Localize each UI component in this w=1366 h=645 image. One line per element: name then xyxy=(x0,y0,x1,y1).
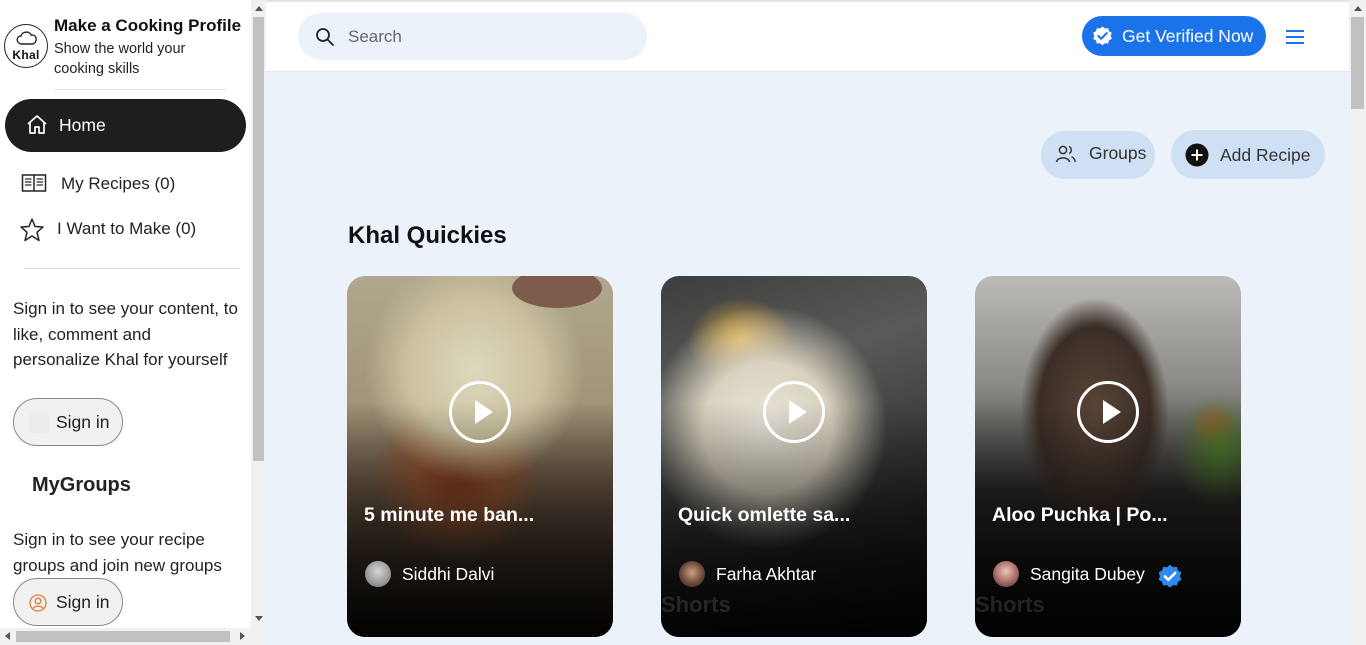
author-avatar xyxy=(993,561,1019,587)
author-name[interactable]: Sangita Dubey xyxy=(1030,564,1145,585)
groups-button[interactable]: Groups xyxy=(1041,131,1155,179)
sidebar-divider xyxy=(55,89,226,90)
sidebar-horizontal-scrollbar[interactable] xyxy=(0,628,251,645)
brand-subtitle: Show the world your cooking skills xyxy=(54,41,186,77)
sign-in-label: Sign in xyxy=(56,592,110,612)
top-bar: Get Verified Now xyxy=(266,0,1349,72)
author-avatar xyxy=(679,561,705,587)
menu-line xyxy=(1286,30,1304,32)
scroll-down-arrow-icon[interactable] xyxy=(255,616,263,621)
main-content: Get Verified Now Groups Add Recipe Khal … xyxy=(266,0,1349,645)
brand-header[interactable]: Khal Make a Cooking Profile Show the wor… xyxy=(0,14,251,84)
hamburger-menu-icon[interactable] xyxy=(1285,28,1307,46)
sidebar-item-label: I Want to Make (0) xyxy=(57,219,197,238)
card-title: 5 minute me ban... xyxy=(364,504,535,526)
sign-in-label: Sign in xyxy=(56,412,110,432)
scrollbar-thumb[interactable] xyxy=(16,631,230,642)
scroll-right-arrow-icon[interactable] xyxy=(240,632,245,640)
author-avatar xyxy=(365,561,391,587)
card-title: Quick omlette sa... xyxy=(678,504,851,526)
users-icon xyxy=(1055,145,1077,163)
section-title: Khal Quickies xyxy=(348,222,507,249)
search-input[interactable] xyxy=(348,13,628,60)
sidebar-item-want-to-make[interactable]: I Want to Make (0) xyxy=(16,211,241,245)
sidebar-divider xyxy=(24,268,240,269)
home-icon xyxy=(27,115,47,134)
chef-hat-icon xyxy=(16,31,37,45)
signin-message: Sign in to see your content, to like, co… xyxy=(13,299,238,369)
page-vertical-scrollbar[interactable] xyxy=(1349,0,1366,645)
add-recipe-button[interactable]: Add Recipe xyxy=(1171,130,1325,179)
logo-text: Khal xyxy=(12,48,40,62)
groups-signin-message: Sign in to see your recipe groups and jo… xyxy=(13,530,222,575)
sidebar-item-label: Home xyxy=(59,115,106,135)
user-circle-icon xyxy=(29,594,47,612)
verified-badge-icon xyxy=(1093,26,1112,46)
sidebar-vertical-scrollbar[interactable] xyxy=(251,0,266,645)
sidebar: Khal Make a Cooking Profile Show the wor… xyxy=(0,0,251,645)
author-name[interactable]: Siddhi Dalvi xyxy=(402,564,494,585)
shorts-watermark: Shorts xyxy=(975,592,1045,617)
scroll-left-arrow-icon[interactable] xyxy=(5,632,10,640)
quickie-card[interactable]: Shorts Aloo Puchka | Po... Sangita Dubey xyxy=(975,276,1241,637)
sidebar-item-label: My Recipes (0) xyxy=(61,174,176,193)
play-icon[interactable] xyxy=(449,381,511,443)
khal-logo[interactable]: Khal xyxy=(4,24,48,68)
menu-line xyxy=(1286,36,1304,38)
scroll-up-arrow-icon[interactable] xyxy=(1354,6,1362,11)
quickie-card[interactable]: Shorts Quick omlette sa... Farha Akhtar xyxy=(661,276,927,637)
card-title: Aloo Puchka | Po... xyxy=(992,504,1168,526)
my-groups-heading: MyGroups xyxy=(32,474,131,496)
verified-badge-icon xyxy=(1158,564,1182,588)
groups-label: Groups xyxy=(1089,143,1147,163)
scrollbar-thumb[interactable] xyxy=(1351,17,1364,109)
shorts-watermark: Shorts xyxy=(661,592,731,617)
play-icon[interactable] xyxy=(1077,381,1139,443)
add-recipe-label: Add Recipe xyxy=(1220,145,1311,165)
plus-circle-icon xyxy=(1185,143,1209,167)
author-name[interactable]: Farha Akhtar xyxy=(716,564,816,585)
get-verified-button[interactable]: Get Verified Now xyxy=(1082,16,1266,56)
play-icon[interactable] xyxy=(763,381,825,443)
app-window: Khal Make a Cooking Profile Show the wor… xyxy=(0,0,1366,645)
sidebar-item-home[interactable]: Home xyxy=(5,99,246,152)
quickie-card[interactable]: 5 minute me ban... Siddhi Dalvi xyxy=(347,276,613,637)
scroll-up-arrow-icon[interactable] xyxy=(255,6,263,11)
search-icon xyxy=(316,28,334,46)
menu-line xyxy=(1286,42,1304,44)
brand-title: Make a Cooking Profile xyxy=(54,16,242,35)
google-icon xyxy=(29,413,49,433)
get-verified-label: Get Verified Now xyxy=(1122,26,1254,46)
sidebar-item-my-recipes[interactable]: My Recipes (0) xyxy=(16,166,241,200)
sign-in-button[interactable]: Sign in xyxy=(13,398,123,446)
groups-sign-in-button[interactable]: Sign in xyxy=(13,578,123,626)
star-icon xyxy=(20,218,44,242)
recipe-book-icon xyxy=(21,174,47,192)
scrollbar-thumb[interactable] xyxy=(253,17,264,461)
search-bar[interactable] xyxy=(298,13,647,60)
